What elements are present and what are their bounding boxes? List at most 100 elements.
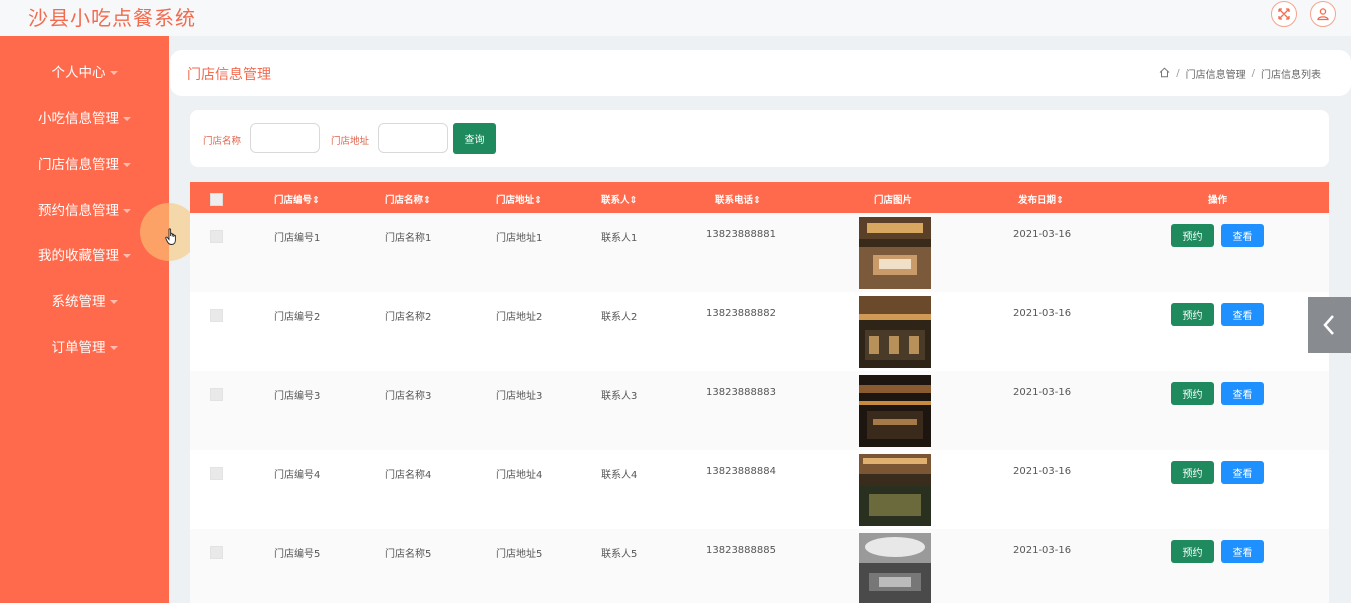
cell-store-address: 门店地址5 <box>496 549 543 560</box>
cell-contact: 联系人3 <box>601 391 638 402</box>
user-icon[interactable] <box>1310 1 1336 27</box>
reserve-button[interactable]: 预约 <box>1171 461 1214 484</box>
search-form: 门店名称 门店地址 查询 <box>190 110 1329 167</box>
cell-phone: 13823888885 <box>706 545 776 556</box>
column-header-image: 门店图片 <box>874 195 913 206</box>
row-checkbox[interactable] <box>210 546 223 559</box>
sidebar-item-personal-center[interactable]: 个人中心 <box>0 53 169 93</box>
app-title: 沙县小吃点餐系统 <box>28 6 196 30</box>
breadcrumb-separator: / <box>1176 68 1180 79</box>
sidebar-item-label: 预约信息管理 <box>38 203 119 219</box>
column-header-date[interactable]: 发布日期⇕ <box>1018 192 1064 206</box>
store-image[interactable] <box>859 296 931 368</box>
cell-publish-date: 2021-03-16 <box>1013 466 1072 477</box>
reserve-button[interactable]: 预约 <box>1171 540 1214 563</box>
cell-store-address: 门店地址2 <box>496 312 543 323</box>
store-name-label: 门店名称 <box>203 136 242 147</box>
cell-store-id: 门店编号2 <box>274 312 321 323</box>
sidebar-item-store-info[interactable]: 门店信息管理 <box>0 145 169 185</box>
sidebar-item-label: 订单管理 <box>51 340 106 356</box>
table-row: 门店编号1 门店名称1 门店地址1 联系人1 13823888881 2021-… <box>190 213 1329 292</box>
cell-store-id: 门店编号1 <box>274 233 321 244</box>
column-header-contact[interactable]: 联系人⇕ <box>601 192 637 206</box>
reserve-button[interactable]: 预约 <box>1171 382 1214 405</box>
sort-icon: ⇕ <box>1056 195 1064 206</box>
reserve-button[interactable]: 预约 <box>1171 224 1214 247</box>
view-button[interactable]: 查看 <box>1221 461 1264 484</box>
cell-contact: 联系人5 <box>601 549 638 560</box>
page-title: 门店信息管理 <box>187 67 271 83</box>
cell-store-name: 门店名称5 <box>385 549 432 560</box>
view-button[interactable]: 查看 <box>1221 224 1264 247</box>
cell-phone: 13823888881 <box>706 229 776 240</box>
cell-contact: 联系人1 <box>601 233 638 244</box>
cell-store-name: 门店名称1 <box>385 233 432 244</box>
breadcrumb: / 门店信息管理 / 门店信息列表 <box>1159 66 1321 81</box>
view-button[interactable]: 查看 <box>1221 540 1264 563</box>
cell-store-address: 门店地址1 <box>496 233 543 244</box>
column-header-address[interactable]: 门店地址⇕ <box>496 192 542 206</box>
row-checkbox[interactable] <box>210 309 223 322</box>
cell-store-id: 门店编号3 <box>274 391 321 402</box>
cell-store-id: 门店编号5 <box>274 549 321 560</box>
table-row: 门店编号3 门店名称3 门店地址3 联系人3 13823888883 2021-… <box>190 371 1329 450</box>
sidebar-item-label: 小吃信息管理 <box>38 111 119 127</box>
sidebar-item-system[interactable]: 系统管理 <box>0 282 169 322</box>
store-image[interactable] <box>859 375 931 447</box>
caret-down-icon <box>123 117 131 121</box>
column-header-phone[interactable]: 联系电话⇕ <box>715 192 761 206</box>
sidebar-item-orders[interactable]: 订单管理 <box>0 328 169 368</box>
chevron-left-icon <box>1323 315 1334 335</box>
select-all-checkbox[interactable] <box>210 193 223 206</box>
store-address-label: 门店地址 <box>331 136 370 147</box>
store-image[interactable] <box>859 533 931 603</box>
collapse-panel-tab[interactable] <box>1308 297 1351 353</box>
column-header-name[interactable]: 门店名称⇕ <box>385 192 431 206</box>
sidebar-item-snack-info[interactable]: 小吃信息管理 <box>0 99 169 139</box>
sidebar-item-label: 门店信息管理 <box>38 157 119 173</box>
top-bar: 沙县小吃点餐系统 <box>0 0 1351 36</box>
sidebar-item-label: 我的收藏管理 <box>38 248 119 264</box>
fullscreen-icon[interactable] <box>1271 1 1297 27</box>
sort-icon: ⇕ <box>753 195 761 206</box>
row-checkbox[interactable] <box>210 467 223 480</box>
caret-down-icon <box>109 346 118 350</box>
caret-down-icon <box>123 163 131 167</box>
sidebar-item-label: 系统管理 <box>51 294 106 310</box>
cell-store-address: 门店地址4 <box>496 470 543 481</box>
home-icon[interactable] <box>1159 67 1170 81</box>
row-checkbox[interactable] <box>210 388 223 401</box>
query-button[interactable]: 查询 <box>453 123 496 154</box>
caret-down-icon <box>123 254 131 258</box>
cell-store-name: 门店名称3 <box>385 391 432 402</box>
store-table: 门店编号⇕ 门店名称⇕ 门店地址⇕ 联系人⇕ 联系电话⇕ 门店图片 发布日期⇕ … <box>190 182 1329 603</box>
store-image[interactable] <box>859 217 931 289</box>
sort-icon: ⇕ <box>629 195 638 206</box>
cell-phone: 13823888884 <box>706 466 776 477</box>
breadcrumb-item[interactable]: 门店信息管理 <box>1186 66 1246 81</box>
column-header-actions: 操作 <box>1208 195 1228 206</box>
store-name-input[interactable] <box>250 123 320 153</box>
sort-icon: ⇕ <box>312 195 320 206</box>
cell-store-id: 门店编号4 <box>274 470 321 481</box>
cell-publish-date: 2021-03-16 <box>1013 229 1072 240</box>
table-row: 门店编号4 门店名称4 门店地址4 联系人4 13823888884 2021-… <box>190 450 1329 529</box>
cell-contact: 联系人2 <box>601 312 638 323</box>
cell-publish-date: 2021-03-16 <box>1013 308 1072 319</box>
hand-cursor-icon <box>165 228 179 250</box>
store-image[interactable] <box>859 454 931 526</box>
breadcrumb-item: 门店信息列表 <box>1261 70 1321 81</box>
sort-icon: ⇕ <box>423 195 431 206</box>
cell-store-name: 门店名称2 <box>385 312 432 323</box>
caret-down-icon <box>109 71 118 75</box>
cell-contact: 联系人4 <box>601 470 638 481</box>
reserve-button[interactable]: 预约 <box>1171 303 1214 326</box>
sort-icon: ⇕ <box>534 195 542 206</box>
breadcrumb-separator: / <box>1251 68 1255 79</box>
column-header-id[interactable]: 门店编号⇕ <box>274 192 320 206</box>
view-button[interactable]: 查看 <box>1221 382 1264 405</box>
cell-store-name: 门店名称4 <box>385 470 432 481</box>
store-address-input[interactable] <box>378 123 448 153</box>
row-checkbox[interactable] <box>210 230 223 243</box>
view-button[interactable]: 查看 <box>1221 303 1264 326</box>
